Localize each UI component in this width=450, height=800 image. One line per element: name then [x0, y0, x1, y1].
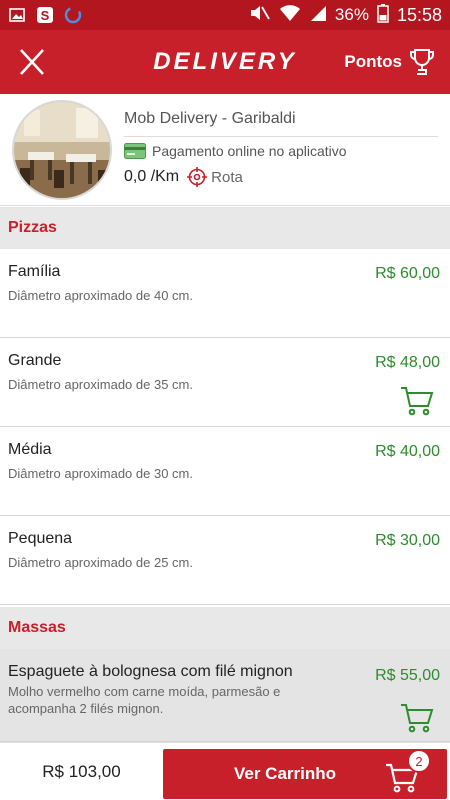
- clock: 15:58: [396, 4, 442, 25]
- wifi-icon: [279, 4, 301, 27]
- points-label: Pontos: [344, 52, 402, 71]
- item-description: Diâmetro aproximado de 35 cm.: [8, 377, 193, 392]
- item-description: Diâmetro aproximado de 30 cm.: [8, 466, 193, 481]
- item-description: Molho vermelho com carne moída, parmesão…: [8, 684, 281, 716]
- target-icon: [187, 167, 208, 187]
- menu-item[interactable]: Família Diâmetro aproximado de 40 cm. R$…: [0, 249, 450, 338]
- route-button[interactable]: Rota: [187, 167, 243, 187]
- view-cart-button[interactable]: Ver Carrinho 2: [163, 749, 447, 799]
- points-button[interactable]: Pontos: [344, 47, 436, 77]
- mute-icon: [249, 4, 271, 27]
- payment-info: Pagamento online no aplicativo: [124, 143, 438, 159]
- item-price: R$ 30,00: [375, 532, 440, 549]
- battery-icon: [377, 3, 389, 28]
- battery-percent: 36%: [334, 5, 369, 24]
- menu-item[interactable]: Média Diâmetro aproximado de 30 cm. R$ 4…: [0, 427, 450, 516]
- signal-icon: [309, 4, 327, 27]
- store-photo: [12, 100, 112, 200]
- section-header-pizzas: Pizzas: [0, 207, 450, 249]
- s-app-icon: S: [36, 6, 54, 24]
- menu-item[interactable]: Pequena Diâmetro aproximado de 25 cm. R$…: [0, 516, 450, 605]
- sync-circle-icon: [64, 6, 82, 24]
- route-label: Rota: [211, 168, 243, 186]
- item-price: R$ 60,00: [375, 265, 440, 282]
- cart-count-badge: 2: [407, 749, 431, 773]
- store-header: Mob Delivery - Garibaldi Pagamento onlin…: [0, 94, 450, 206]
- cart-footer: R$ 103,00 Ver Carrinho 2: [0, 742, 450, 800]
- status-bar: S 36% 15:58: [0, 0, 450, 30]
- item-description: Diâmetro aproximado de 25 cm.: [8, 555, 193, 570]
- store-name: Mob Delivery - Garibaldi: [124, 110, 438, 137]
- trophy-icon: [410, 49, 434, 75]
- view-cart-label: Ver Carrinho: [233, 764, 337, 783]
- app-bar: DELIVERY Pontos: [0, 30, 450, 94]
- menu-item[interactable]: Grande Diâmetro aproximado de 35 cm. R$ …: [0, 338, 450, 427]
- cart-total: R$ 103,00: [42, 761, 121, 781]
- menu-item[interactable]: Espaguete à bolognesa com filé mignon Mo…: [0, 649, 450, 742]
- credit-card-icon: [124, 143, 146, 159]
- payment-label: Pagamento online no aplicativo: [152, 143, 347, 159]
- item-description: Diâmetro aproximado de 40 cm.: [8, 288, 193, 303]
- item-price: R$ 40,00: [375, 443, 440, 460]
- item-price: R$ 48,00: [375, 354, 440, 371]
- item-price: R$ 55,00: [375, 667, 440, 684]
- distance: 0,0 /Km: [124, 168, 180, 185]
- svg-text:S: S: [41, 8, 50, 23]
- cart-button-icon-wrap: 2: [385, 749, 431, 793]
- section-header-massas: Massas: [0, 607, 450, 649]
- cart-icon[interactable]: [400, 703, 434, 733]
- cart-icon[interactable]: [400, 386, 434, 416]
- image-icon: [8, 6, 26, 24]
